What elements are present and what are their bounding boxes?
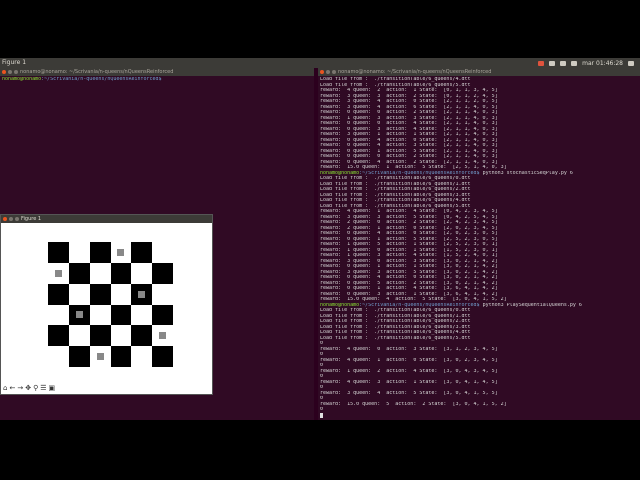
prompt-path: :~/Scrivania/n-queens/nQueensReinforced$ xyxy=(359,302,480,308)
figure-window[interactable]: Figure 1 ⌂ ← → ✥ ⚲ ☰ ▣ xyxy=(0,214,213,395)
figure-titlebar[interactable]: Figure 1 xyxy=(1,215,212,223)
queen-marker xyxy=(75,311,83,319)
maximize-icon[interactable] xyxy=(15,217,19,221)
terminal-titlebar[interactable]: nonamo@nonamo: ~/Scrivania/n-queens/nQue… xyxy=(318,68,640,76)
board-square xyxy=(48,304,69,326)
board-square xyxy=(48,325,69,347)
top-panel: Figure 1 mar 01:46:28 xyxy=(0,58,640,68)
queen-marker xyxy=(96,353,104,361)
board-square xyxy=(110,242,132,263)
terminal-output[interactable]: Load file from : ./transitionTable/6_que… xyxy=(318,76,640,419)
volume-icon[interactable] xyxy=(571,60,578,66)
board-square xyxy=(152,304,173,326)
power-icon[interactable] xyxy=(628,60,634,66)
board-square xyxy=(89,262,111,284)
prompt-user: nonamo@nonamo xyxy=(2,77,42,82)
board-square xyxy=(68,242,90,263)
board-square xyxy=(152,242,173,263)
figure-toolbar: ⌂ ← → ✥ ⚲ ☰ ▣ xyxy=(3,384,55,392)
board-square xyxy=(152,283,173,305)
active-window-title: Figure 1 xyxy=(2,59,27,66)
board-square xyxy=(152,346,173,367)
board-square xyxy=(48,346,69,367)
command-text: python3 PlaySequentialQueens.py 6 xyxy=(479,302,582,308)
prompt-user: nonamo@nonamo xyxy=(320,170,360,176)
chess-board xyxy=(48,242,173,367)
board-square xyxy=(131,325,153,347)
board-square xyxy=(131,346,153,367)
minimize-icon[interactable] xyxy=(9,217,13,221)
text-cursor xyxy=(320,412,323,418)
board-square xyxy=(89,325,111,347)
board-square xyxy=(89,346,111,367)
clock[interactable]: mar 01:46:28 xyxy=(582,60,623,67)
board-square xyxy=(110,346,132,367)
queen-marker xyxy=(54,269,62,277)
minimize-icon[interactable] xyxy=(326,70,330,74)
board-square xyxy=(152,325,173,347)
board-square xyxy=(68,262,90,284)
close-icon[interactable] xyxy=(2,70,6,74)
queen-marker xyxy=(117,248,125,256)
home-icon[interactable]: ⌂ xyxy=(3,384,7,392)
maximize-icon[interactable] xyxy=(332,70,336,74)
figure-title: Figure 1 xyxy=(21,216,42,222)
prompt-user: nonamo@nonamo xyxy=(320,302,360,308)
system-tray: mar 01:46:28 xyxy=(538,58,634,68)
terminal-output[interactable]: nonamo@nonamo:~/Scrivania/n-queens/nQuee… xyxy=(0,76,314,84)
board-square xyxy=(131,242,153,263)
prompt-path: :~/Scrivania/n-queens/nQueensReinforced$ xyxy=(41,77,162,82)
terminal-titlebar[interactable]: nonamo@nonamo: ~/Scrivania/n-queens/nQue… xyxy=(0,68,314,76)
board-square xyxy=(48,283,69,305)
board-square xyxy=(68,346,90,367)
board-square xyxy=(68,304,90,326)
battery-icon[interactable] xyxy=(560,60,567,66)
board-square xyxy=(89,304,111,326)
close-icon[interactable] xyxy=(320,70,324,74)
close-icon[interactable] xyxy=(3,217,7,221)
forward-icon[interactable]: → xyxy=(17,384,23,392)
terminal-line xyxy=(320,412,638,419)
board-square xyxy=(89,242,111,263)
board-square xyxy=(152,262,173,284)
command-text: python3 stochasticSeqPlay.py 6 xyxy=(479,170,573,176)
maximize-icon[interactable] xyxy=(14,70,18,74)
network-icon[interactable] xyxy=(549,60,556,66)
zoom-icon[interactable]: ⚲ xyxy=(33,384,38,392)
terminal-title: nonamo@nonamo: ~/Scrivania/n-queens/nQue… xyxy=(338,69,492,75)
terminal-line: nonamo@nonamo:~/Scrivania/n-queens/nQuee… xyxy=(2,77,312,83)
board-square xyxy=(110,325,132,347)
pan-icon[interactable]: ✥ xyxy=(25,384,31,392)
save-icon[interactable]: ▣ xyxy=(49,384,56,392)
back-icon[interactable]: ← xyxy=(9,384,15,392)
board-square xyxy=(131,283,153,305)
board-square xyxy=(110,304,132,326)
board-square xyxy=(68,283,90,305)
board-square xyxy=(131,304,153,326)
configure-icon[interactable]: ☰ xyxy=(40,384,46,392)
prompt-path: :~/Scrivania/n-queens/nQueensReinforced$ xyxy=(359,170,480,176)
board-square xyxy=(110,283,132,305)
minimize-icon[interactable] xyxy=(8,70,12,74)
update-icon[interactable] xyxy=(538,60,545,66)
board-square xyxy=(68,325,90,347)
terminal-title: nonamo@nonamo: ~/Scrivania/n-queens/nQue… xyxy=(20,69,174,75)
board-square xyxy=(110,262,132,284)
board-square xyxy=(48,242,69,263)
board-square xyxy=(89,283,111,305)
board-square xyxy=(131,262,153,284)
queen-marker xyxy=(138,290,146,298)
queen-marker xyxy=(159,332,167,340)
board-square xyxy=(48,262,69,284)
terminal-window-right[interactable]: nonamo@nonamo: ~/Scrivania/n-queens/nQue… xyxy=(318,68,640,420)
